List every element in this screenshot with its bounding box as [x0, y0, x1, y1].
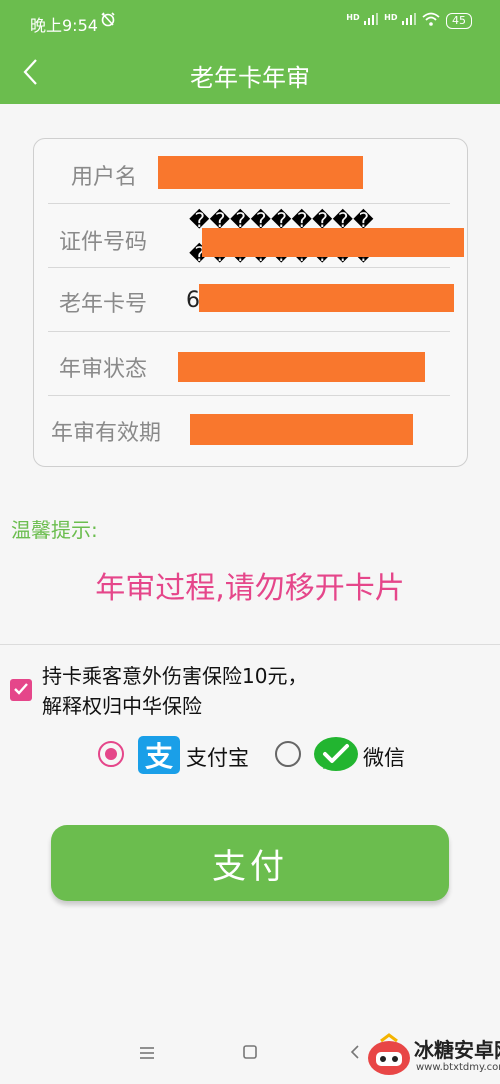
insurance-text: 持卡乘客意外伤害保险10元， 解释权归中华保险	[42, 661, 307, 721]
cell-signal-icon: HD	[346, 12, 379, 29]
id-number-redaction	[202, 228, 464, 257]
menu-icon	[139, 1045, 155, 1064]
signal-label-2: HD	[384, 12, 398, 22]
wechat-icon	[313, 735, 359, 779]
insurance-checkbox[interactable]	[10, 679, 32, 701]
card-number-redaction	[199, 284, 454, 312]
section-divider	[0, 644, 500, 645]
signal-label: HD	[346, 12, 360, 22]
system-back-button[interactable]	[341, 1040, 369, 1068]
menu-button[interactable]	[133, 1040, 161, 1068]
validity-redaction	[190, 414, 413, 445]
username-label: 用户名	[71, 165, 138, 190]
tips-title: 温馨提示:	[11, 518, 98, 542]
app-header: 晚上9:54 HD HD 45 老年卡年审	[0, 0, 500, 104]
row-divider	[48, 331, 450, 332]
insurance-line2: 解释权归中华保险	[42, 694, 202, 718]
alipay-label[interactable]: 支付宝	[186, 742, 249, 772]
card-number-label: 老年卡号	[59, 292, 148, 317]
status-bar: 晚上9:54 HD HD 45	[0, 0, 500, 44]
review-status-label: 年审状态	[59, 357, 148, 382]
card-number-prefix: 6	[186, 288, 200, 313]
svg-text:支: 支	[145, 740, 173, 773]
wechat-label[interactable]: 微信	[363, 742, 405, 772]
tips-message: 年审过程,请勿移开卡片	[95, 571, 405, 606]
pay-button[interactable]: 支付	[51, 825, 449, 901]
card-info-panel: 用户名 证件号码 ��������� ��������� 老年卡号 6 年审状态…	[33, 138, 468, 467]
alipay-radio[interactable]	[98, 741, 124, 767]
id-number-label: 证件号码	[59, 230, 148, 255]
review-status-redaction	[178, 352, 425, 382]
cell-signal-2-icon: HD	[384, 12, 416, 29]
battery-indicator: 45	[446, 12, 472, 29]
wifi-icon	[422, 12, 440, 29]
alarm-icon	[100, 11, 116, 31]
home-square-icon	[242, 1044, 258, 1064]
home-button[interactable]	[236, 1040, 264, 1068]
alipay-icon: 支	[137, 735, 181, 779]
back-triangle-icon	[349, 1044, 361, 1064]
wechat-radio[interactable]	[275, 741, 301, 767]
status-time: 晚上9:54	[30, 16, 98, 35]
row-divider	[48, 203, 450, 204]
app-bar: 老年卡年审	[0, 44, 500, 104]
watermark-text: 冰糖安卓网	[414, 1038, 500, 1062]
row-divider	[48, 395, 450, 396]
validity-label: 年审有效期	[51, 421, 162, 446]
watermark: 冰糖安卓网 www.btxtdmy.com	[366, 1030, 500, 1082]
username-redaction	[158, 156, 363, 189]
status-indicators: HD HD 45	[346, 12, 472, 29]
checkmark-icon	[13, 681, 29, 700]
watermark-url: www.btxtdmy.com	[416, 1062, 500, 1073]
page-title: 老年卡年审	[190, 64, 310, 92]
row-divider	[48, 267, 450, 268]
watermark-logo-icon	[366, 1032, 412, 1082]
payment-methods: 支 支付宝 微信	[0, 735, 500, 775]
insurance-line1: 持卡乘客意外伤害保险10元，	[42, 664, 308, 688]
